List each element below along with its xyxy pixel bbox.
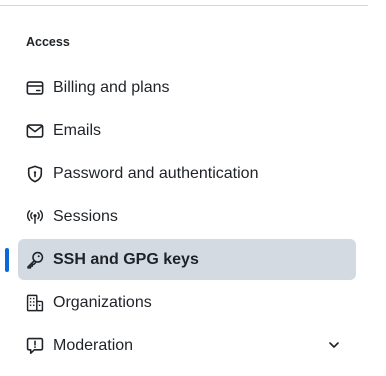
sidebar-item-billing: Billing and plans	[0, 66, 386, 109]
sidebar-label: SSH and GPG keys	[53, 250, 199, 268]
sidebar-item-emails: Emails	[0, 109, 386, 152]
settings-sidebar-nav: Billing and plans Emails Password and au…	[0, 66, 386, 367]
sidebar-label: Organizations	[53, 293, 152, 311]
shield-lock-icon	[26, 165, 44, 183]
mail-icon	[26, 122, 44, 140]
credit-card-icon	[26, 79, 44, 97]
sidebar-link-ssh-gpg-keys[interactable]: SSH and GPG keys	[18, 239, 356, 280]
section-heading-access: Access	[26, 35, 70, 49]
sidebar-label: Billing and plans	[53, 78, 170, 96]
sidebar-link-sessions[interactable]: Sessions	[18, 196, 356, 237]
sidebar-label: Moderation	[53, 336, 134, 354]
sidebar-label: Emails	[53, 121, 102, 139]
chevron-down-icon[interactable]	[326, 337, 342, 353]
sidebar-link-password[interactable]: Password and authentication	[18, 153, 356, 194]
sidebar-item-organizations: Organizations	[0, 281, 386, 324]
report-icon	[26, 337, 44, 355]
organization-icon	[26, 294, 44, 312]
sidebar-item-ssh-gpg-keys: SSH and GPG keys	[0, 238, 386, 281]
sidebar-link-moderation[interactable]: Moderation	[18, 325, 356, 366]
sidebar-link-billing[interactable]: Billing and plans	[18, 67, 356, 108]
key-icon	[26, 251, 44, 269]
sidebar-label: Password and authentication	[53, 164, 259, 182]
broadcast-icon	[26, 208, 44, 226]
sidebar-label: Sessions	[53, 207, 118, 225]
sidebar-item-sessions: Sessions	[0, 195, 386, 238]
sidebar-link-emails[interactable]: Emails	[18, 110, 356, 151]
top-divider	[0, 5, 368, 6]
sidebar-item-moderation: Moderation	[0, 324, 386, 367]
sidebar-link-organizations[interactable]: Organizations	[18, 282, 356, 323]
sidebar-item-password: Password and authentication	[0, 152, 386, 195]
active-indicator	[5, 248, 9, 272]
